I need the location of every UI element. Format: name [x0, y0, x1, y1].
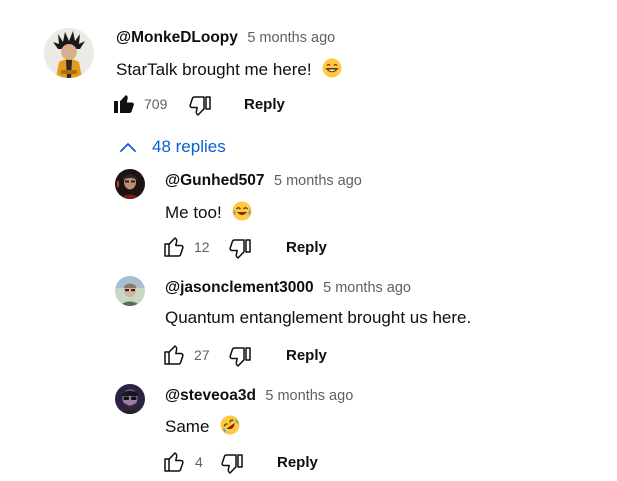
reply-comment: @steveoa3d 5 months ago Same 4 Reply: [0, 375, 617, 479]
comment-timestamp[interactable]: 5 months ago: [247, 30, 335, 46]
rolling-laughing-emoji-icon: [220, 415, 240, 440]
comment-text-content: Same: [165, 417, 210, 436]
avatar-image: [44, 28, 94, 78]
like-button[interactable]: [162, 343, 186, 367]
avatar-image: [115, 169, 145, 199]
thumbs-down-icon: [221, 454, 243, 474]
comment-timestamp[interactable]: 5 months ago: [265, 388, 353, 404]
comment-header: @jasonclement3000 5 months ago: [165, 279, 411, 297]
comment-header: @Gunhed507 5 months ago: [165, 172, 362, 190]
reply-button[interactable]: Reply: [277, 454, 318, 471]
reply-button[interactable]: Reply: [244, 96, 285, 113]
thumbs-up-filled-icon: [114, 95, 134, 113]
avatar[interactable]: [115, 384, 145, 414]
thumbs-down-icon: [229, 239, 251, 259]
thumbs-up-icon: [164, 237, 184, 257]
comment-actions: 4 Reply: [162, 449, 362, 477]
like-count: 709: [144, 96, 168, 112]
avatar[interactable]: [115, 169, 145, 199]
comment-timestamp[interactable]: 5 months ago: [274, 173, 362, 189]
comment-text: Same: [165, 415, 240, 440]
like-button[interactable]: [162, 235, 186, 259]
author-name[interactable]: @MonkeDLoopy: [116, 29, 238, 46]
like-count: 27: [194, 347, 210, 363]
grinning-face-emoji-icon: [322, 58, 342, 83]
thumbs-up-icon: [164, 452, 184, 472]
thumbs-up-icon: [164, 345, 184, 365]
like-button[interactable]: [162, 450, 186, 474]
comment-actions: 709 Reply: [112, 91, 312, 119]
dislike-button[interactable]: [229, 237, 253, 261]
avatar[interactable]: [115, 276, 145, 306]
comment-header: @steveoa3d 5 months ago: [165, 387, 353, 405]
avatar-image: [115, 384, 145, 414]
author-name[interactable]: @jasonclement3000: [165, 279, 314, 296]
comment-timestamp[interactable]: 5 months ago: [323, 280, 411, 296]
author-name[interactable]: @Gunhed507: [165, 172, 265, 189]
chevron-up-icon: [118, 138, 138, 158]
comment-text: Quantum entanglement brought us here.: [165, 308, 471, 328]
like-count: 4: [195, 454, 203, 470]
dislike-button[interactable]: [229, 345, 253, 369]
reply-comment: @jasonclement3000 5 months ago Quantum e…: [0, 267, 617, 372]
comment-text-content: Quantum entanglement brought us here.: [165, 308, 472, 327]
like-button[interactable]: [112, 92, 136, 116]
thumbs-down-icon: [189, 96, 211, 116]
comment-text-content: StarTalk brought me here!: [116, 60, 312, 79]
comment-text: StarTalk brought me here!: [116, 58, 342, 83]
top-comment: @MonkeDLoopy 5 months ago StarTalk broug…: [0, 0, 617, 130]
reply-button[interactable]: Reply: [286, 347, 327, 364]
replies-count-label: 48 replies: [152, 137, 226, 156]
comment-actions: 27 Reply: [162, 342, 362, 370]
avatar-image: [115, 276, 145, 306]
thumbs-down-icon: [229, 347, 251, 367]
comment-text: Me too!: [165, 201, 252, 226]
comment-header: @MonkeDLoopy 5 months ago: [116, 29, 335, 47]
dislike-button[interactable]: [221, 452, 245, 476]
comment-actions: 12 Reply: [162, 234, 362, 262]
reply-comment: @Gunhed507 5 months ago Me too! 12 Reply: [0, 160, 617, 265]
reply-button[interactable]: Reply: [286, 239, 327, 256]
dislike-button[interactable]: [189, 94, 213, 118]
like-count: 12: [194, 239, 210, 255]
tears-of-joy-emoji-icon: [232, 201, 252, 226]
author-name[interactable]: @steveoa3d: [165, 387, 256, 404]
comment-text-content: Me too!: [165, 203, 222, 222]
avatar[interactable]: [44, 28, 94, 78]
